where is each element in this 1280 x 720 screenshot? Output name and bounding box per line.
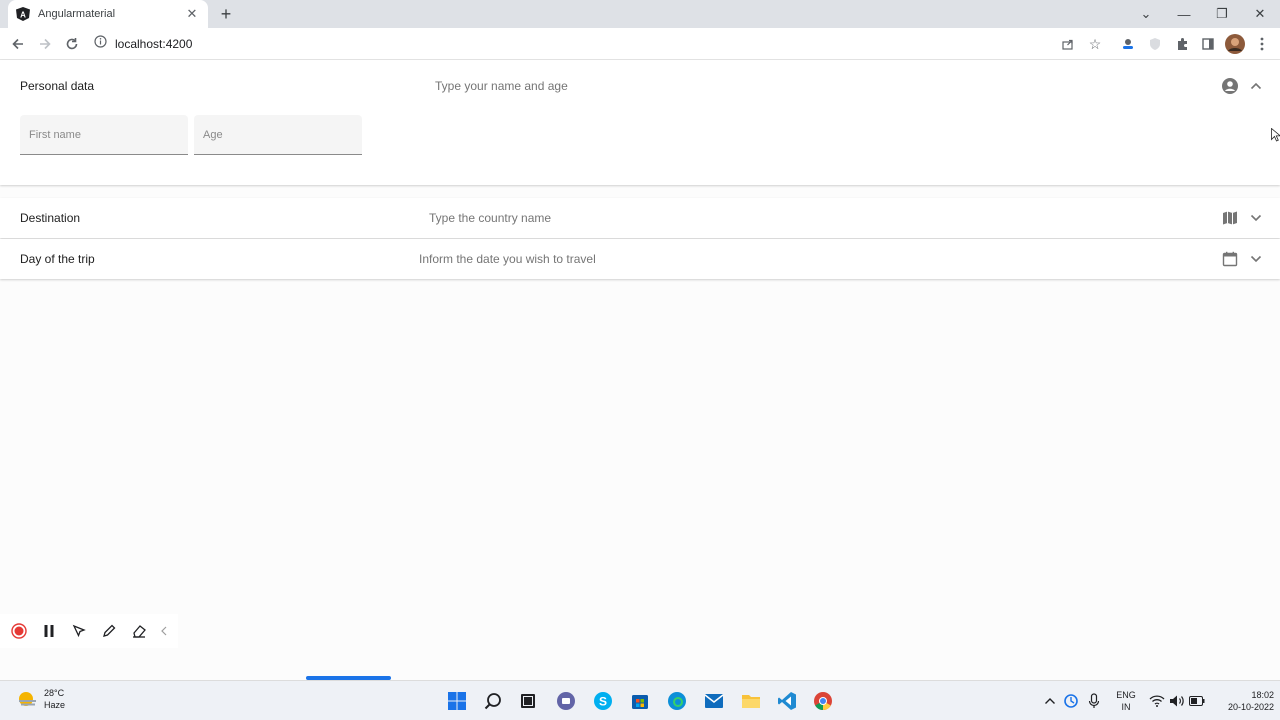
calendar-icon (1222, 251, 1238, 267)
teams-chat-icon[interactable] (554, 689, 578, 713)
pointer-tool-icon[interactable] (64, 616, 94, 646)
record-button[interactable] (4, 616, 34, 646)
panel-description: Type your name and age (435, 79, 568, 93)
back-icon[interactable] (8, 34, 28, 54)
address-bar[interactable]: localhost:4200 (94, 32, 1114, 56)
start-icon[interactable] (445, 689, 469, 713)
account-circle-icon (1222, 78, 1238, 94)
browser-tab[interactable]: A Angularmaterial ✕ (8, 0, 208, 28)
browser-tab-strip: A Angularmaterial ✕ + ⌄ — ❐ ✕ (0, 0, 1280, 28)
panel-header-day-of-trip[interactable]: Day of the trip Inform the date you wish… (0, 239, 1280, 279)
panel-description: Type the country name (429, 211, 552, 225)
side-panel-icon[interactable] (1198, 34, 1218, 54)
minimize-button[interactable]: — (1165, 0, 1203, 28)
weather-desc: Haze (44, 700, 66, 710)
language-line2: IN (1121, 702, 1131, 712)
microphone-icon[interactable] (1082, 689, 1106, 713)
panel-title: Destination (20, 211, 81, 225)
pen-tool-icon[interactable] (94, 616, 124, 646)
weather-widget[interactable]: 28°C Haze (16, 687, 65, 711)
mouse-cursor-icon (1271, 127, 1280, 147)
edge-icon[interactable] (665, 689, 689, 713)
url-text: localhost:4200 (115, 37, 193, 51)
angular-favicon-icon: A (16, 7, 30, 21)
clock-time: 18:02 (1251, 690, 1274, 700)
panel-header-personal-data[interactable]: Personal data Type your name and age (0, 66, 1280, 106)
eraser-tool-icon[interactable] (124, 616, 154, 646)
language-line1: ENG (1116, 690, 1136, 700)
expansion-panel-personal-data: Personal data Type your name and age Fir… (0, 60, 1280, 185)
age-placeholder: Age (203, 129, 223, 141)
task-view-icon[interactable] (516, 689, 540, 713)
extension-shield-icon[interactable] (1145, 34, 1165, 54)
svg-text:S: S (599, 695, 607, 709)
age-field[interactable]: Age (194, 115, 362, 155)
share-icon[interactable] (1058, 34, 1078, 54)
panel-title: Day of the trip (20, 252, 95, 266)
close-window-button[interactable]: ✕ (1241, 0, 1279, 28)
forward-icon[interactable] (35, 34, 55, 54)
haze-weather-icon (19, 692, 36, 706)
windows-taskbar: 28°C Haze S ENG IN 18:02 20-10-2022 (0, 680, 1280, 720)
sync-icon[interactable] (1059, 689, 1083, 713)
browser-toolbar: localhost:4200 ☆ (0, 28, 1280, 60)
skype-icon[interactable]: S (591, 689, 615, 713)
map-icon (1222, 210, 1238, 226)
panel-description: Inform the date you wish to travel (419, 252, 596, 266)
chevron-up-icon[interactable] (1248, 78, 1264, 94)
file-explorer-icon[interactable] (739, 689, 763, 713)
svg-text:A: A (20, 11, 26, 20)
recorder-toolbar (0, 614, 178, 648)
page-content: Personal data Type your name and age Fir… (0, 60, 1280, 680)
browser-menu-icon[interactable] (1252, 34, 1272, 54)
tab-title: Angularmaterial (38, 8, 116, 20)
clock[interactable]: 18:02 20-10-2022 (1210, 689, 1274, 713)
expansion-panel-destination: Destination Type the country name (0, 198, 1280, 238)
chrome-icon[interactable] (811, 689, 835, 713)
first-name-placeholder: First name (29, 129, 81, 141)
pause-button[interactable] (34, 616, 64, 646)
extension-user-icon[interactable] (1118, 34, 1138, 54)
collapse-chevron-icon[interactable] (154, 616, 174, 646)
search-icon[interactable] (481, 689, 505, 713)
maximize-button[interactable]: ❐ (1203, 0, 1241, 28)
panel-header-destination[interactable]: Destination Type the country name (0, 198, 1280, 238)
first-name-field[interactable]: First name (20, 115, 188, 155)
bookmark-star-icon[interactable]: ☆ (1085, 34, 1105, 54)
language-indicator[interactable]: ENG IN (1110, 689, 1142, 713)
panel-title: Personal data (20, 79, 95, 93)
expansion-panel-day-of-trip: Day of the trip Inform the date you wish… (0, 239, 1280, 279)
chevron-down-icon[interactable] (1248, 210, 1264, 226)
new-tab-button[interactable]: + (216, 4, 236, 24)
reload-icon[interactable] (62, 34, 82, 54)
battery-icon[interactable] (1185, 689, 1209, 713)
mail-icon[interactable] (702, 689, 726, 713)
clock-date: 20-10-2022 (1227, 702, 1274, 712)
chevron-down-icon[interactable] (1248, 251, 1264, 267)
tab-close-icon[interactable]: ✕ (184, 6, 200, 22)
site-info-icon[interactable] (94, 35, 107, 53)
weather-temp: 28°C (44, 688, 65, 698)
profile-avatar[interactable] (1225, 34, 1245, 54)
extensions-puzzle-icon[interactable] (1172, 34, 1192, 54)
store-icon[interactable] (628, 689, 652, 713)
vscode-icon[interactable] (775, 689, 799, 713)
tab-search-icon[interactable]: ⌄ (1127, 0, 1165, 28)
